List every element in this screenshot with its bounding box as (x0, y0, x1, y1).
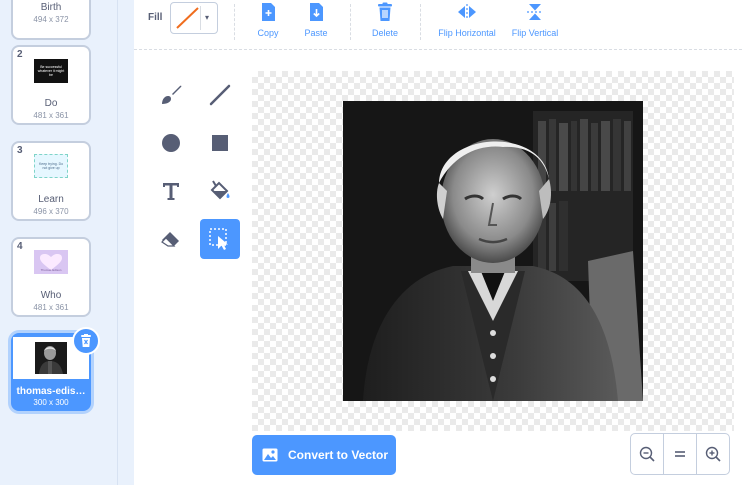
eraser-icon (161, 232, 179, 247)
equals-icon (675, 451, 685, 457)
thumbnail-text: Keep trying. Do not give up (38, 162, 64, 170)
rectangle-tool[interactable] (200, 123, 240, 163)
delete-button[interactable]: Delete (368, 2, 402, 38)
portrait-thumbnail-image (35, 342, 67, 374)
zoom-in-button[interactable] (697, 434, 729, 474)
flip-horizontal-label: Flip Horizontal (438, 28, 496, 38)
trash-icon (378, 2, 392, 21)
paste-icon (310, 3, 323, 21)
select-tool[interactable] (200, 219, 240, 259)
paste-button[interactable]: Paste (302, 2, 330, 38)
image-icon (262, 448, 278, 462)
fill-color-swatch (174, 6, 201, 30)
costume-item-birth[interactable]: Birth 494 x 372 (11, 0, 91, 40)
line-icon (209, 84, 231, 106)
costume-number: 4 (17, 241, 23, 252)
text-tool[interactable] (151, 171, 191, 211)
rectangle-icon (212, 135, 228, 151)
costume-size: 300 x 300 (33, 398, 69, 407)
paint-bucket-icon (210, 180, 230, 200)
convert-to-vector-button[interactable]: Convert to Vector (252, 435, 396, 475)
paste-label: Paste (304, 28, 328, 38)
zoom-in-icon (705, 446, 721, 462)
costume-name: Do (44, 98, 58, 109)
costume-size: 494 x 372 (33, 15, 69, 24)
brush-tool[interactable] (151, 75, 191, 115)
convert-to-vector-label: Convert to Vector (288, 448, 389, 462)
no-fill-slash-icon (176, 7, 199, 29)
toolbar-divider (420, 4, 421, 40)
costume-thumbnail: Thomas Edison (34, 250, 68, 274)
costume-name: thomas-edis… (16, 386, 86, 397)
flip-vertical-icon (527, 4, 543, 20)
zoom-reset-button[interactable] (664, 434, 697, 474)
circle-tool[interactable] (151, 123, 191, 163)
circle-icon (162, 134, 180, 152)
costume-item-learn[interactable]: 3 Keep trying. Do not give up Learn 496 … (11, 141, 91, 221)
select-arrow-icon (209, 228, 228, 250)
costume-name: Who (40, 290, 62, 301)
eraser-tool[interactable] (151, 219, 191, 259)
editor-toolbar: Fill ▾ Copy Paste Delete Flip Horizontal… (134, 0, 742, 50)
flip-horizontal-icon (458, 4, 476, 20)
brush-icon (162, 85, 182, 104)
line-tool[interactable] (200, 75, 240, 115)
costume-image-thomas-edison (343, 101, 643, 401)
delete-costume-button[interactable] (72, 327, 100, 355)
toolbar-divider (234, 4, 235, 40)
fill-tool[interactable] (200, 171, 240, 211)
costume-thumbnail: Be successful whatever it might be (34, 59, 68, 83)
text-icon (163, 183, 179, 200)
zoom-out-button[interactable] (631, 434, 664, 474)
trash-icon (81, 334, 91, 347)
zoom-controls (630, 433, 730, 475)
costume-size: 496 x 370 (33, 207, 69, 216)
paint-canvas[interactable] (252, 71, 734, 431)
flip-vertical-label: Flip Vertical (511, 28, 559, 38)
toolbar-divider (350, 4, 351, 40)
copy-icon (262, 3, 275, 21)
paint-editor: Fill ▾ Copy Paste Delete Flip Horizontal… (134, 0, 742, 485)
fill-label: Fill (148, 12, 163, 23)
thumbnail-text: Be successful whatever it might be (37, 65, 65, 77)
fill-color-picker[interactable]: ▾ (170, 2, 218, 34)
costume-thumbnail: Keep trying. Do not give up (34, 154, 68, 178)
copy-button[interactable]: Copy (254, 2, 282, 38)
costume-item-who[interactable]: 4 Thomas Edison Who 481 x 361 (11, 237, 91, 317)
flip-vertical-button[interactable]: Flip Vertical (508, 2, 562, 38)
costume-item-do[interactable]: 2 Be successful whatever it might be Do … (11, 45, 91, 125)
flip-horizontal-button[interactable]: Flip Horizontal (434, 2, 500, 38)
costume-size: 481 x 361 (33, 303, 69, 312)
portrait-photo-image (343, 101, 643, 401)
delete-label: Delete (371, 28, 398, 38)
thumbnail-text: Thomas Edison (40, 268, 62, 272)
chevron-down-icon: ▾ (205, 13, 210, 22)
costume-name: Birth (40, 2, 62, 13)
costume-number: 3 (17, 145, 23, 156)
costume-number: 2 (17, 49, 23, 60)
costume-name: Learn (38, 194, 64, 205)
costume-list: Birth 494 x 372 2 Be successful whatever… (0, 0, 118, 485)
costume-size: 481 x 361 (33, 111, 69, 120)
zoom-out-icon (639, 446, 655, 462)
copy-label: Copy (257, 28, 279, 38)
